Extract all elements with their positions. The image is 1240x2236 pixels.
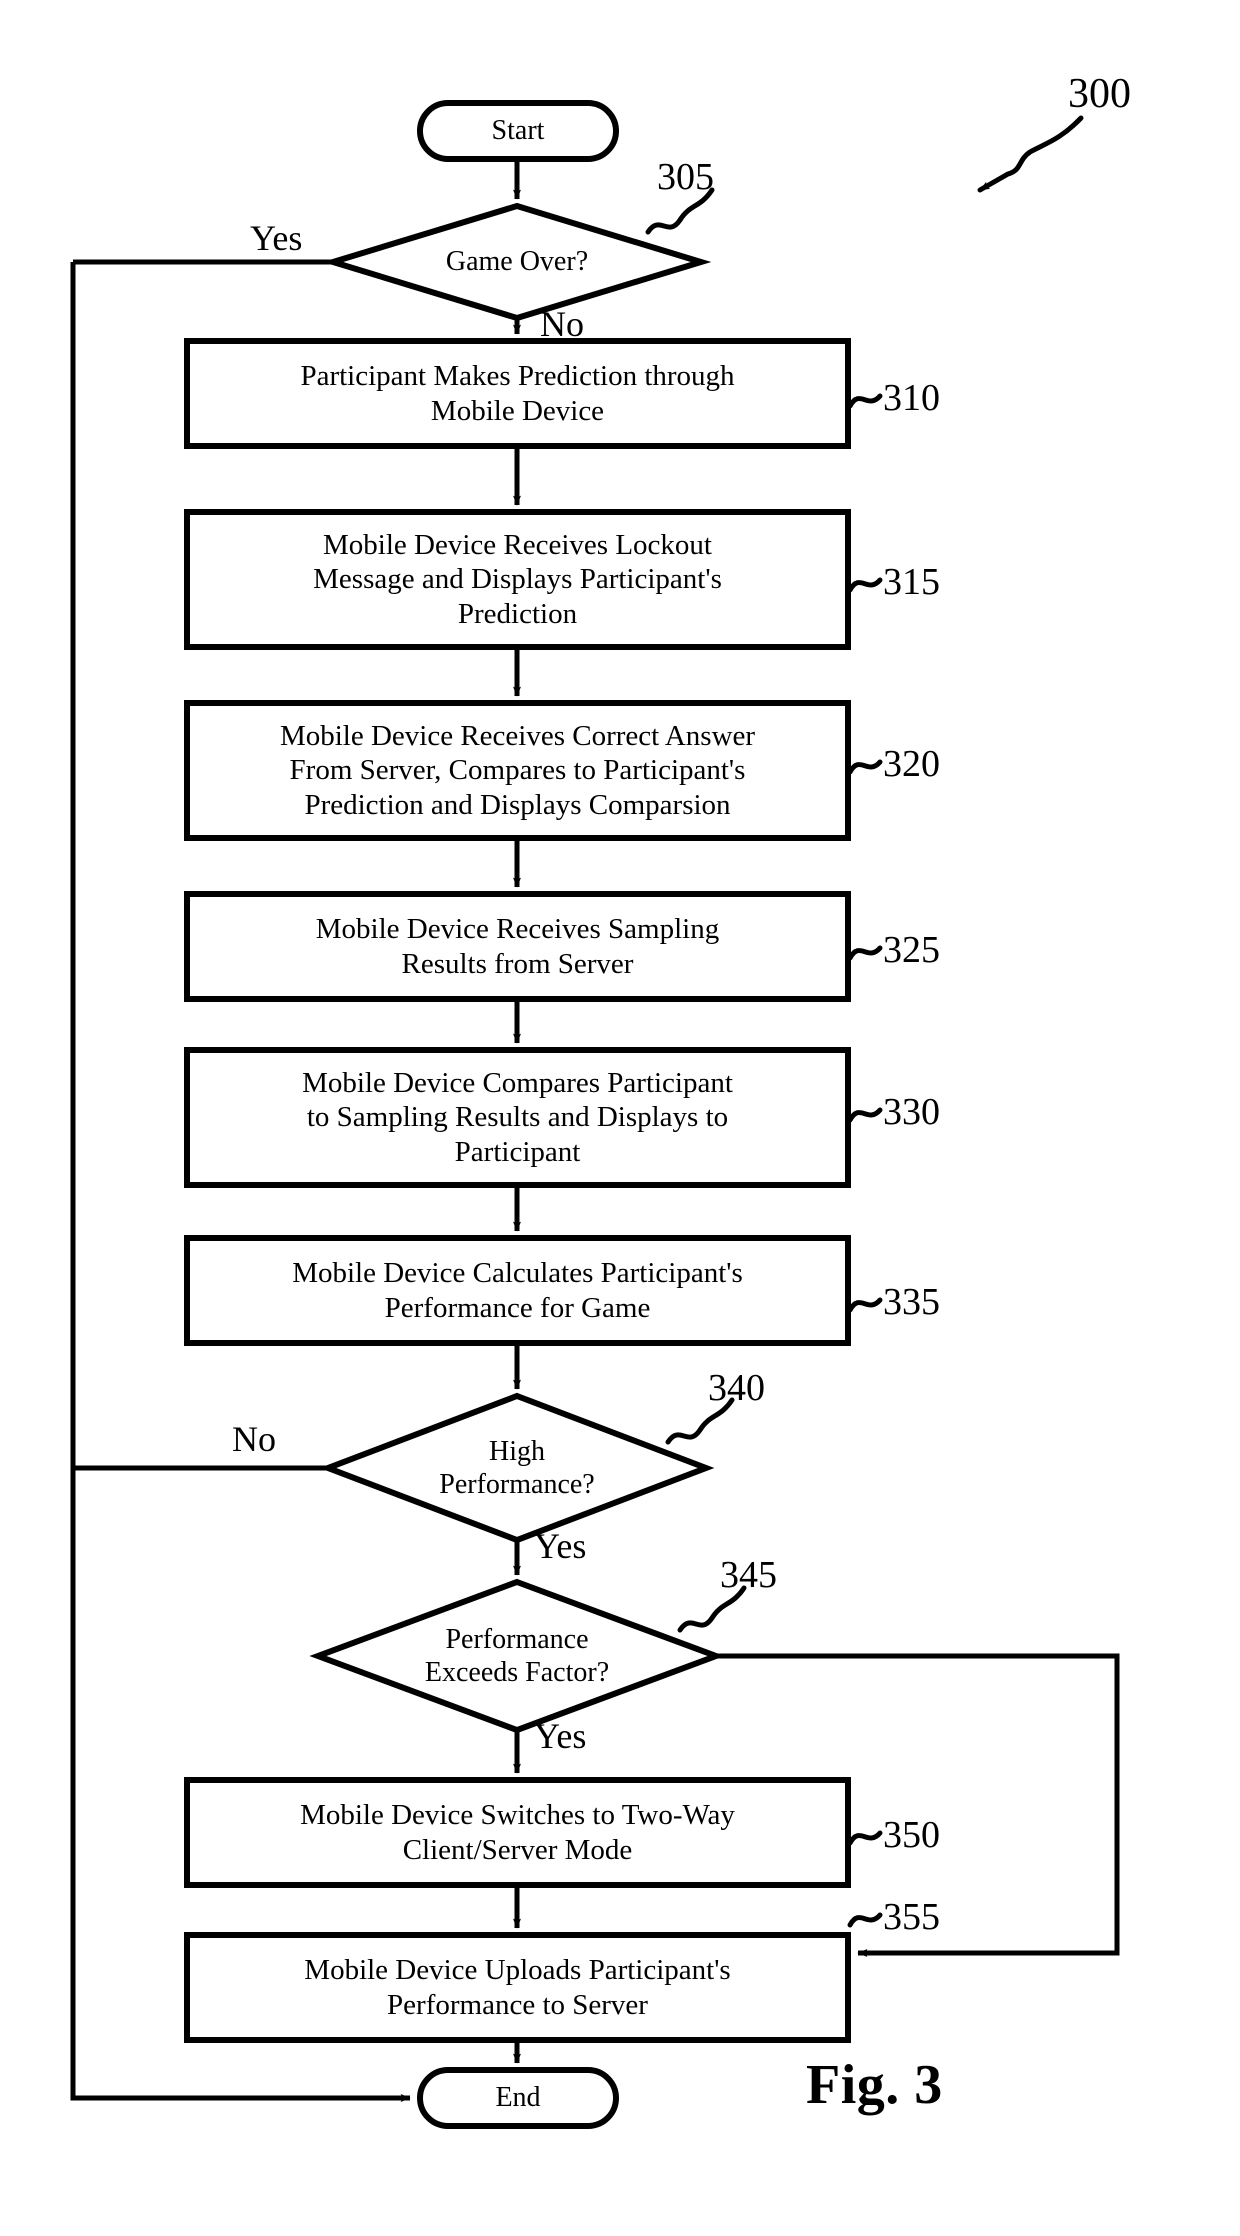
start-terminator-shape [417,100,619,162]
branch-label-305-yes: Yes [250,218,303,258]
ref-number-340: 340 [708,1367,765,1409]
decision-345-shape [309,1578,725,1734]
flowchart-canvas [70,100,1120,2129]
process-320-shape [184,700,851,841]
branch-label-340-no: No [232,1419,276,1459]
ref-number-355: 355 [883,1896,940,1938]
leader-line-355 [847,1912,883,1928]
ref-number-350: 350 [883,1814,940,1856]
leader-line-330 [847,1107,883,1123]
leader-line-325 [847,945,883,961]
figure-caption: Fig. 3 [806,2054,943,2116]
ref-number-335: 335 [883,1281,940,1323]
leader-line-310 [847,393,883,409]
end-terminator-shape [417,2067,619,2129]
ref-number-325: 325 [883,929,940,971]
leader-line-315 [847,577,883,593]
decision-340-shape [319,1392,715,1544]
leader-line-300 [977,115,1084,193]
process-355-shape [184,1932,851,2043]
patent-figure-page: Start Game Over? Participant Makes Predi… [0,0,1240,2236]
process-335-shape [184,1235,851,1346]
ref-number-315: 315 [883,561,940,603]
ref-number-320: 320 [883,743,940,785]
ref-number-305: 305 [657,156,714,198]
ref-number-310: 310 [883,377,940,419]
process-330-shape [184,1047,851,1188]
leader-line-335 [847,1297,883,1313]
process-315-shape [184,509,851,650]
figure-reference-300: 300 [1068,71,1131,117]
ref-number-345: 345 [720,1554,777,1596]
ref-number-330: 330 [883,1091,940,1133]
branch-label-340-yes: Yes [534,1526,587,1566]
leader-line-320 [847,759,883,775]
decision-305-shape [322,202,712,322]
leader-line-350 [847,1830,883,1846]
branch-label-305-no: No [540,304,584,344]
process-350-shape [184,1777,851,1888]
branch-label-345-yes: Yes [534,1716,587,1756]
process-325-shape [184,891,851,1002]
process-310-shape [184,338,851,449]
